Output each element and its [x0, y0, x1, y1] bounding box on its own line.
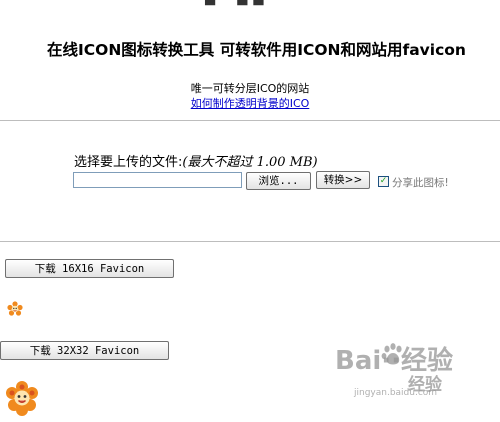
- divider: [0, 120, 500, 121]
- baidu-jingyan-watermark: Bai··经验 经验 jingyan.baidu.com: [330, 340, 498, 416]
- top-cropped-text: ▄ ▀ ▄ ▄ ▀: [205, 0, 281, 6]
- file-path-input[interactable]: [73, 172, 242, 188]
- transparent-ico-help-link-row: 如何制作透明背景的ICO: [0, 95, 500, 111]
- watermark-url: jingyan.baidu.com: [354, 388, 438, 398]
- upload-size-limit: (最大不超过 1.00 MB): [182, 155, 318, 170]
- browse-button[interactable]: 浏览...: [246, 172, 311, 190]
- baidu-paw-watermark-icon: [381, 343, 402, 365]
- download-32x32-button[interactable]: 下载 32X32 Favicon: [0, 341, 169, 360]
- divider: [0, 241, 500, 242]
- favicon-16-flower-icon: [7, 301, 23, 317]
- share-checkbox[interactable]: ✓: [378, 176, 389, 187]
- upload-prompt: 选择要上传的文件:(最大不超过 1.00 MB): [74, 151, 318, 170]
- page-subtitle: 唯一可转分层ICO的网站: [190, 82, 310, 95]
- page-title: 在线ICON图标转换工具 可转软件用ICON和网站用favicon: [47, 41, 466, 59]
- transparent-ico-help-link[interactable]: 如何制作透明背景的ICO: [191, 97, 310, 110]
- convert-button[interactable]: 转换>>: [316, 171, 370, 189]
- favicon-32-flower-icon: [6, 378, 38, 418]
- share-checkbox-label[interactable]: 分享此图标!: [392, 175, 449, 190]
- download-16x16-button[interactable]: 下载 16X16 Favicon: [5, 259, 174, 278]
- upload-prompt-label: 选择要上传的文件:: [74, 155, 183, 170]
